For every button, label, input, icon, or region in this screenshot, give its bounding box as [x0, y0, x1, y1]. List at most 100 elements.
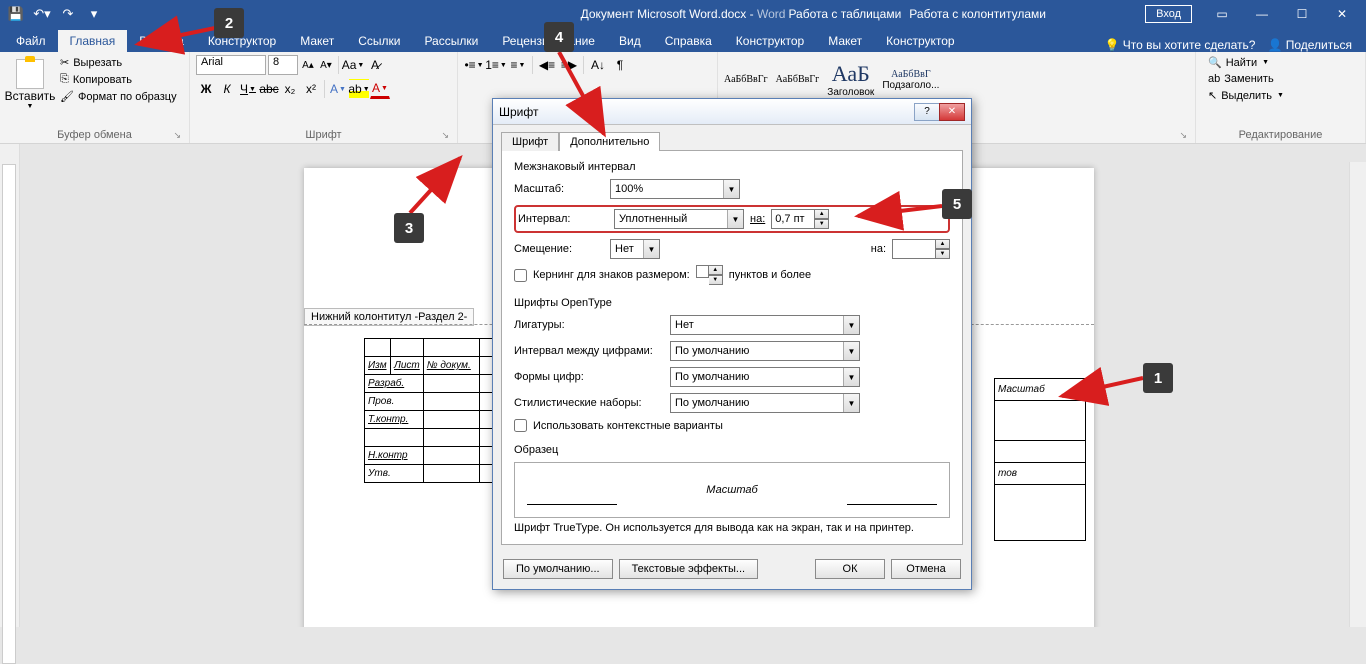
style-item[interactable]: АаБЗаголовок [827, 61, 874, 98]
style-item[interactable]: АаБбВвГг [724, 74, 768, 85]
underline-button[interactable]: Ч▼ [238, 79, 258, 99]
strikethrough-button[interactable]: abc [259, 79, 279, 99]
styles-launcher-icon[interactable]: ↘ [1179, 130, 1187, 141]
tab-view[interactable]: Вид [607, 30, 653, 52]
minimize-icon[interactable]: — [1242, 0, 1282, 28]
vertical-scrollbar[interactable] [1349, 162, 1366, 627]
ligatures-combo[interactable]: Нет▼ [670, 315, 860, 335]
text-effects-icon[interactable]: A▼ [328, 79, 348, 99]
change-case-icon[interactable]: Aa▼ [343, 55, 363, 75]
truetype-note: Шрифт TrueType. Он используется для выво… [514, 522, 950, 534]
select-button[interactable]: ↖Выделить ▼ [1206, 88, 1286, 103]
tab-references[interactable]: Ссылки [346, 30, 412, 52]
tab-insert[interactable]: Вставка [127, 30, 196, 52]
dialog-titlebar[interactable]: Шрифт ? ✕ [493, 99, 971, 125]
multilevel-icon[interactable]: ≡▼ [508, 55, 528, 75]
font-size-select[interactable]: 8 [268, 55, 298, 75]
qat-customize-icon[interactable]: ▾ [82, 2, 106, 26]
tab-help[interactable]: Справка [653, 30, 724, 52]
clear-formatting-icon[interactable]: A̷ [365, 55, 385, 75]
spacing-combo[interactable]: Уплотненный▼ [614, 209, 744, 229]
login-button[interactable]: Вход [1145, 5, 1192, 23]
share-button[interactable]: 👤 Поделиться [1267, 38, 1352, 52]
dialog-help-icon[interactable]: ? [914, 103, 940, 121]
format-painter-button[interactable]: 🖌Формат по образцу [58, 89, 179, 104]
replace-button[interactable]: abЗаменить [1206, 72, 1286, 86]
style-item[interactable]: АаБбВвГг [776, 74, 820, 85]
maximize-icon[interactable]: ☐ [1282, 0, 1322, 28]
style-item[interactable]: АаБбВвГПодзаголо... [882, 69, 939, 91]
kerning-unit: пунктов и более [729, 269, 811, 281]
tab-file[interactable]: Файл [4, 30, 58, 52]
shrink-font-icon[interactable]: A▾ [318, 55, 334, 75]
save-icon[interactable]: 💾 [4, 2, 28, 26]
close-icon[interactable]: ✕ [1322, 0, 1362, 28]
context-tab-headerfooter[interactable]: Работа с колонтитулами [909, 7, 1046, 21]
position-combo[interactable]: Нет▼ [610, 239, 660, 259]
font-color-icon[interactable]: A▼ [370, 79, 390, 99]
show-marks-icon[interactable]: ¶ [610, 55, 630, 75]
dialog-tab-advanced[interactable]: Дополнительно [559, 132, 660, 151]
number-spacing-combo[interactable]: По умолчанию▼ [670, 341, 860, 361]
bullets-icon[interactable]: •≡▼ [464, 55, 484, 75]
superscript-button[interactable]: x² [301, 79, 321, 99]
right-title-block[interactable]: Масштаб тов [994, 378, 1086, 541]
font-dialog: Шрифт ? ✕ Шрифт Дополнительно Межзнаковы… [492, 98, 972, 590]
text-effects-button[interactable]: Текстовые эффекты... [619, 559, 759, 579]
annotation-marker-1: 1 [1143, 363, 1173, 393]
clipboard-launcher-icon[interactable]: ↘ [173, 130, 181, 141]
italic-button[interactable]: К [217, 79, 237, 99]
redo-icon[interactable]: ↷ [56, 2, 80, 26]
highlight-icon[interactable]: ab▼ [349, 79, 369, 99]
find-button[interactable]: 🔍Найти ▼ [1206, 55, 1286, 70]
tab-table-layout[interactable]: Макет [816, 30, 874, 52]
vertical-ruler[interactable] [0, 144, 20, 627]
paste-button[interactable]: Вставить▼ [6, 55, 54, 110]
dialog-tab-font[interactable]: Шрифт [501, 132, 559, 151]
context-tab-table[interactable]: Работа с таблицами [788, 7, 901, 21]
tab-headerfooter-design[interactable]: Конструктор [874, 30, 966, 52]
scale-label: Масштаб: [514, 183, 604, 195]
bold-button[interactable]: Ж [196, 79, 216, 99]
position-by-input[interactable]: ▲▼ [892, 239, 950, 259]
scale-combo[interactable]: 100%▼ [610, 179, 740, 199]
font-launcher-icon[interactable]: ↘ [441, 130, 449, 141]
kerning-checkbox[interactable] [514, 269, 527, 282]
numbering-icon[interactable]: 1≡▼ [486, 55, 506, 75]
tell-me[interactable]: 💡 Что вы хотите сделать? [1105, 38, 1256, 52]
clipboard-icon [16, 59, 44, 89]
undo-icon[interactable]: ↶▾ [30, 2, 54, 26]
scissors-icon: ✂ [60, 56, 69, 69]
cut-button[interactable]: ✂Вырезать [58, 55, 179, 70]
font-name-select[interactable]: Arial [196, 55, 266, 75]
tab-mailings[interactable]: Рассылки [412, 30, 490, 52]
number-spacing-label: Интервал между цифрами: [514, 345, 664, 357]
tab-table-design[interactable]: Конструктор [724, 30, 816, 52]
position-by-label: на: [871, 243, 886, 255]
spacing-by-input[interactable]: ▲▼ [771, 209, 829, 229]
grow-font-icon[interactable]: A▴ [300, 55, 316, 75]
ribbon-tabs: Файл Главная Вставка Конструктор Макет С… [0, 28, 1366, 52]
tab-home[interactable]: Главная [58, 30, 128, 52]
section-opentype: Шрифты OpenType [514, 297, 950, 309]
position-label: Смещение: [514, 243, 604, 255]
tab-layout[interactable]: Макет [288, 30, 346, 52]
window-title: Документ Microsoft Word.docx - Word [581, 7, 786, 21]
copy-button[interactable]: ⎘Копировать [58, 72, 179, 87]
annotation-marker-2: 2 [214, 8, 244, 38]
stylistic-sets-label: Стилистические наборы: [514, 397, 664, 409]
kerning-size-input[interactable]: ▲▼ [696, 265, 723, 285]
set-default-button[interactable]: По умолчанию... [503, 559, 613, 579]
title-bar: 💾 ↶▾ ↷ ▾ Документ Microsoft Word.docx - … [0, 0, 1366, 28]
increase-indent-icon[interactable]: ≡▶ [559, 55, 579, 75]
ribbon-display-icon[interactable]: ▭ [1202, 0, 1242, 28]
dialog-close-icon[interactable]: ✕ [939, 103, 965, 121]
stylistic-sets-combo[interactable]: По умолчанию▼ [670, 393, 860, 413]
number-forms-combo[interactable]: По умолчанию▼ [670, 367, 860, 387]
contextual-checkbox[interactable] [514, 419, 527, 432]
subscript-button[interactable]: x₂ [280, 79, 300, 99]
cancel-button[interactable]: Отмена [891, 559, 961, 579]
ok-button[interactable]: ОК [815, 559, 885, 579]
sort-icon[interactable]: A↓ [588, 55, 608, 75]
decrease-indent-icon[interactable]: ◀≡ [537, 55, 557, 75]
